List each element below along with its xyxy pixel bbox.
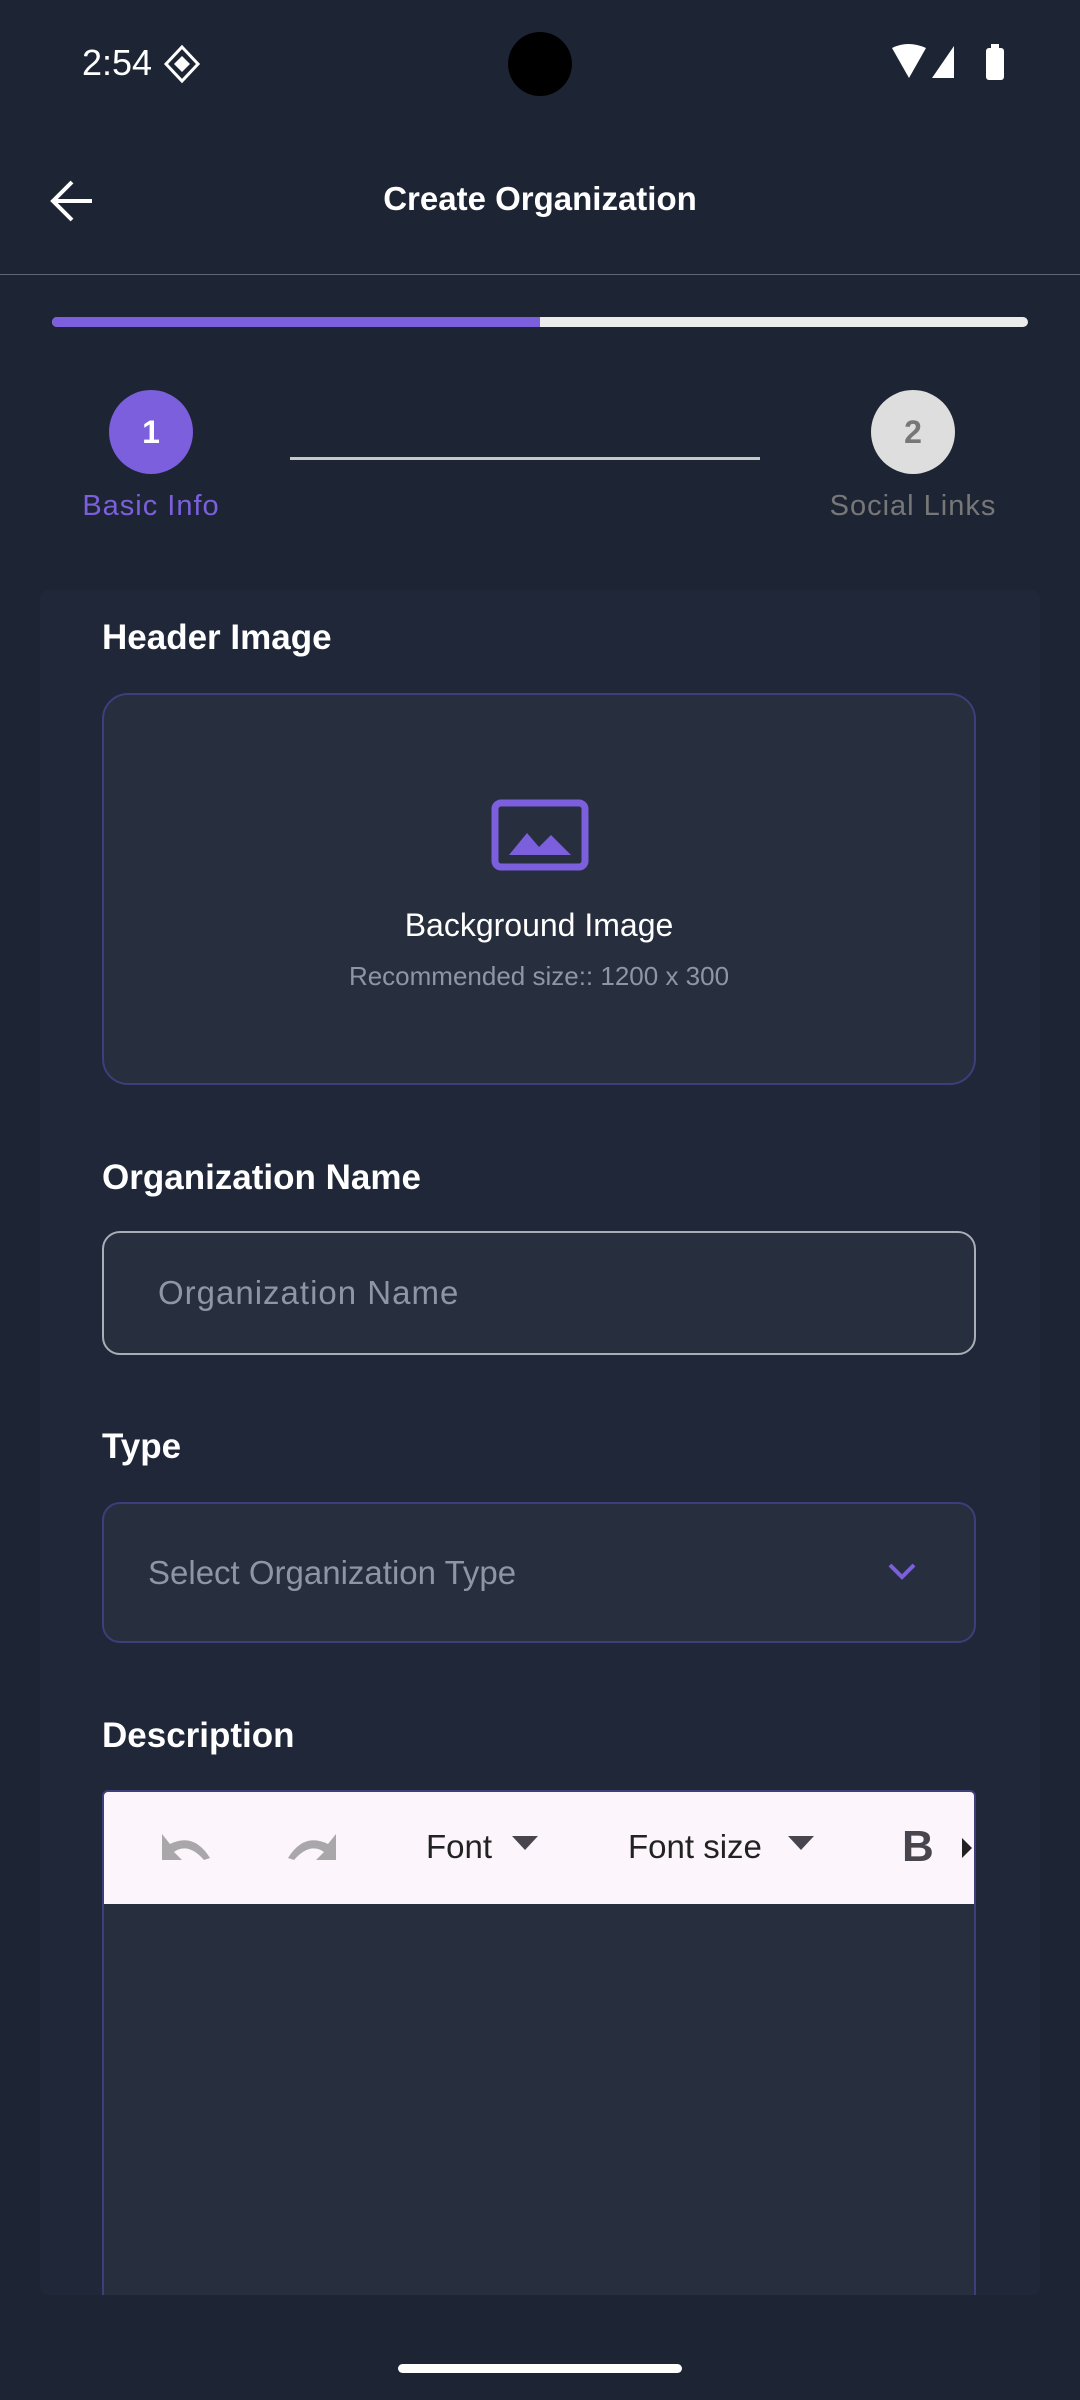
system-nav-bar [0,2295,1080,2400]
font-dropdown[interactable]: Font [426,1828,492,1866]
type-select[interactable]: Select Organization Type [102,1502,976,1643]
upload-hint: Recommended size:: 1200 x 300 [348,961,730,991]
undo-icon[interactable] [158,1830,214,1866]
camera-cutout [508,32,572,96]
description-editor[interactable]: Font Font size B [102,1790,976,2300]
header-image-upload[interactable]: Background Image Recommended size:: 1200… [102,693,976,1085]
org-name-input[interactable]: Organization Name [102,1231,976,1355]
notification-icon [163,44,201,84]
font-size-dropdown[interactable]: Font size [628,1828,762,1866]
step-2-circle[interactable]: 2 [871,390,955,474]
header-image-label: Header Image [102,618,332,657]
toolbar-more-icon[interactable] [962,1838,972,1858]
upload-title: Background Image [404,907,674,943]
redo-icon[interactable] [284,1830,340,1866]
font-caret-icon [512,1836,538,1850]
progress-fill [52,317,540,327]
home-indicator[interactable] [398,2364,682,2373]
step-1-circle[interactable]: 1 [109,390,193,474]
type-placeholder: Select Organization Type [148,1553,517,1591]
chevron-down-icon [888,1563,916,1580]
appbar-divider [0,274,1080,275]
step-connector [290,457,760,460]
type-label: Type [102,1427,182,1466]
page-title: Create Organization [383,180,697,217]
system-status-icons [892,44,1004,80]
progress-bar [52,317,1028,327]
step-1-label: Basic Info [82,490,220,522]
status-time: 2:54 [82,42,153,83]
org-name-label: Organization Name [102,1158,421,1197]
org-name-placeholder: Organization Name [158,1274,460,1311]
bold-button[interactable]: B [902,1822,934,1872]
description-label: Description [102,1716,295,1755]
step-2-label: Social Links [829,490,997,522]
editor-toolbar: Font Font size B [104,1792,974,1904]
image-icon [491,799,589,871]
font-size-caret-icon [788,1836,814,1850]
